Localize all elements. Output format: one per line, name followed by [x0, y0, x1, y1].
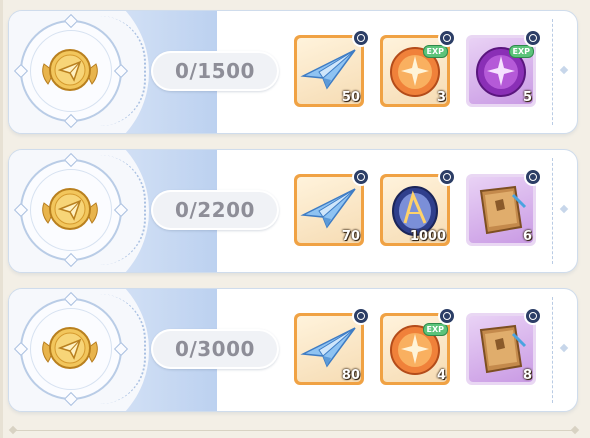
- reward-count: 1000: [409, 229, 446, 244]
- pin-icon[interactable]: [524, 307, 542, 325]
- exp-badge: EXP: [508, 45, 534, 58]
- pin-icon[interactable]: [438, 307, 456, 325]
- reward-card[interactable]: 1000: [380, 168, 456, 246]
- pin-icon[interactable]: [352, 168, 370, 186]
- progress-counter: 0/1500: [151, 51, 279, 91]
- pin-icon[interactable]: [438, 29, 456, 47]
- reward-count: 4: [436, 368, 446, 383]
- reward-card[interactable]: 80: [294, 307, 370, 385]
- pin-icon[interactable]: [524, 29, 542, 47]
- reward-count: 3: [436, 90, 446, 105]
- progress-counter: 0/3000: [151, 329, 279, 369]
- reward-count: 80: [341, 368, 360, 383]
- reward-tier-row: 0/2200 70 1000 6: [8, 149, 578, 273]
- reward-card[interactable]: 50: [294, 29, 370, 107]
- reward-card[interactable]: EXP 3: [380, 29, 456, 107]
- reward-tier-row: 0/3000 80 EXP 4 8: [8, 288, 578, 412]
- pin-icon[interactable]: [438, 168, 456, 186]
- pin-icon[interactable]: [524, 168, 542, 186]
- divider-diamond: [8, 425, 18, 435]
- exp-badge: EXP: [422, 323, 448, 336]
- gold-plane-medal-icon: [42, 327, 98, 369]
- reward-card[interactable]: 8: [466, 307, 542, 385]
- gold-plane-medal-icon: [42, 188, 98, 230]
- bottom-divider: [14, 430, 576, 431]
- reward-card[interactable]: 6: [466, 168, 542, 246]
- pin-icon[interactable]: [352, 29, 370, 47]
- reward-card[interactable]: EXP 4: [380, 307, 456, 385]
- reward-card[interactable]: EXP 5: [466, 29, 542, 107]
- gold-plane-medal-icon: [42, 49, 98, 91]
- reward-count: 8: [522, 368, 532, 383]
- exp-badge: EXP: [422, 45, 448, 58]
- reward-count: 50: [341, 90, 360, 105]
- pin-icon[interactable]: [352, 307, 370, 325]
- progress-counter: 0/2200: [151, 190, 279, 230]
- reward-card[interactable]: 70: [294, 168, 370, 246]
- reward-count: 5: [522, 90, 532, 105]
- page-left-rail: [0, 0, 3, 438]
- reward-count: 70: [341, 229, 360, 244]
- reward-count: 6: [522, 229, 532, 244]
- divider-diamond: [570, 425, 580, 435]
- reward-tier-row: 0/1500 50 EXP 3 EXP 5: [8, 10, 578, 134]
